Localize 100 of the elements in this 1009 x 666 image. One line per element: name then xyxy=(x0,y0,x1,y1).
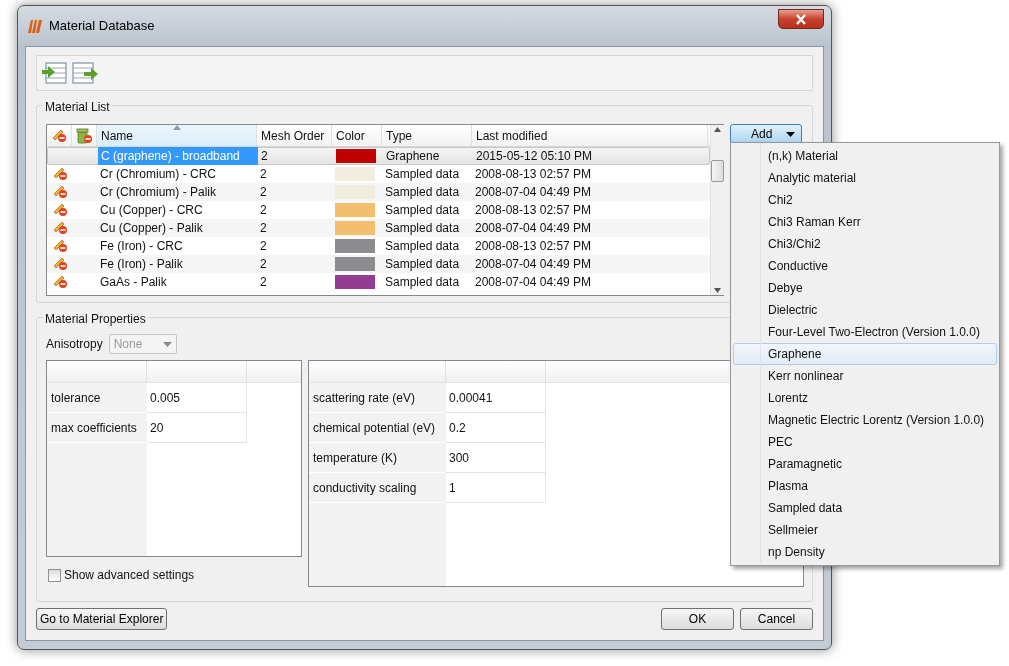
property-label: max coefficients xyxy=(47,413,147,443)
column-header[interactable]: Last modified xyxy=(472,125,708,146)
menu-item[interactable]: np Density xyxy=(733,541,997,563)
column-header[interactable]: Name xyxy=(97,125,257,146)
property-label: tolerance xyxy=(47,383,147,413)
cancel-button[interactable]: Cancel xyxy=(740,608,813,630)
menu-item[interactable]: Magnetic Electric Lorentz (Version 1.0.0) xyxy=(733,409,997,431)
add-dropdown-button[interactable]: Add xyxy=(730,124,802,144)
table-cell-text: 2 xyxy=(260,148,269,165)
property-label: scattering rate (eV) xyxy=(309,383,446,413)
menu-item[interactable]: (n,k) Material xyxy=(733,145,997,167)
edit-remove-icon[interactable] xyxy=(52,167,68,181)
table-cell: C (graphene) - broadband xyxy=(98,147,258,165)
close-button[interactable] xyxy=(778,9,824,29)
table-row[interactable]: GaAs - Palik 2 Sampled data 2008-07-04 04:49 PM xyxy=(47,273,710,291)
table-cell-text: Sampled data xyxy=(384,184,461,201)
menu-item[interactable]: Chi3 Raman Kerr xyxy=(733,211,997,233)
edit-remove-icon[interactable] xyxy=(52,203,68,217)
property-value[interactable]: 1 xyxy=(446,473,546,503)
edit-remove-icon[interactable] xyxy=(51,128,67,143)
anisotropy-label: Anisotropy xyxy=(46,336,103,353)
property-value[interactable]: 0.00041 xyxy=(446,383,546,413)
material-explorer-button[interactable]: Go to Material Explorer xyxy=(36,608,168,630)
caret-icon xyxy=(786,131,795,137)
property-label: chemical potential (eV) xyxy=(309,413,446,443)
table-cell-text: 2008-07-04 04:49 PM xyxy=(474,220,593,237)
edit-remove-icon[interactable] xyxy=(52,221,68,235)
window-title: Material Database xyxy=(49,17,155,36)
menu-item[interactable]: Graphene xyxy=(733,343,997,365)
table-cell-text: Cu (Copper) - CRC xyxy=(99,202,204,219)
table-cell-text: Sampled data xyxy=(384,220,461,237)
table-row[interactable]: Fe (Iron) - Palik 2 Sampled data 2008-07-04 04:49 PM xyxy=(47,255,710,273)
close-icon xyxy=(795,13,807,25)
menu-item[interactable]: Four-Level Two-Electron (Version 1.0.0) xyxy=(733,321,997,343)
table-cell-text: Sampled data xyxy=(384,274,461,291)
table-cell-text: 2008-07-04 04:49 PM xyxy=(474,256,593,273)
edit-remove-icon[interactable] xyxy=(52,239,68,253)
column-header[interactable]: Mesh Order xyxy=(257,125,332,146)
table-cell-text: 2008-08-13 02:57 PM xyxy=(474,238,593,255)
menu-item[interactable]: Sellmeier xyxy=(733,519,997,541)
sort-arrow-icon xyxy=(173,125,181,130)
menu-item[interactable]: Dielectric xyxy=(733,299,997,321)
table-cell-text: Sampled data xyxy=(384,238,461,255)
menu-item[interactable]: Paramagnetic xyxy=(733,453,997,475)
table-cell-text: Cr (Chromium) - Palik xyxy=(99,184,217,201)
table-cell-text: Graphene xyxy=(385,148,441,165)
menu-item[interactable]: Sampled data xyxy=(733,497,997,519)
menu-item[interactable]: Plasma xyxy=(733,475,997,497)
table-cell-text: Sampled data xyxy=(384,166,461,183)
scroll-thumb[interactable] xyxy=(711,160,724,182)
scroll-down-icon[interactable] xyxy=(714,288,721,293)
import-table-icon[interactable] xyxy=(42,61,68,85)
export-table-icon[interactable] xyxy=(72,61,98,85)
menu-item[interactable]: Lorentz xyxy=(733,387,997,409)
property-value[interactable]: 0.2 xyxy=(446,413,546,443)
table-cell-text: 2008-07-04 04:49 PM xyxy=(474,184,593,201)
column-header[interactable]: Color xyxy=(332,125,382,146)
table-cell-text: 2 xyxy=(259,202,268,219)
menu-item[interactable]: Chi3/Chi2 xyxy=(733,233,997,255)
edit-remove-icon[interactable] xyxy=(52,185,68,199)
table-cell-text: Sampled data xyxy=(384,202,461,219)
table-row[interactable]: Cu (Copper) - CRC 2 Sampled data 2008-08-13 02:57 PM xyxy=(47,201,710,219)
scrollbar[interactable] xyxy=(710,125,724,295)
table-row[interactable]: C (graphene) - broadband 2 Graphene 2015-05-12 05:10 PM xyxy=(47,147,710,165)
table-cell-text: 2 xyxy=(259,238,268,255)
edit-remove-icon[interactable] xyxy=(52,257,68,271)
table-cell-text: Fe (Iron) - CRC xyxy=(99,238,184,255)
table-cell-text: Cr (Chromium) - CRC xyxy=(99,166,217,183)
table-row[interactable]: Cr (Chromium) - Palik 2 Sampled data 2008-07-04 04:49 PM xyxy=(47,183,710,201)
property-value[interactable]: 300 xyxy=(446,443,546,473)
table-cell-text: 2015-05-12 05:10 PM xyxy=(475,148,594,165)
table-cell-text: 2008-07-04 04:49 PM xyxy=(474,274,593,291)
menu-item[interactable]: Debye xyxy=(733,277,997,299)
table-cell-text: 2 xyxy=(259,256,268,273)
table-cell-text: 2008-08-13 02:57 PM xyxy=(474,166,593,183)
menu-item[interactable]: Conductive xyxy=(733,255,997,277)
table-row[interactable]: Fe (Iron) - CRC 2 Sampled data 2008-08-13 02:57 PM xyxy=(47,237,710,255)
table-cell-text: Sampled data xyxy=(384,256,461,273)
table-row[interactable]: Cr (Chromium) - CRC 2 Sampled data 2008-08-13 02:57 PM xyxy=(47,165,710,183)
menu-item[interactable]: Chi2 xyxy=(733,189,997,211)
ok-button[interactable]: OK xyxy=(661,608,734,630)
table-cell-text: 2 xyxy=(259,274,268,291)
property-value[interactable]: 20 xyxy=(147,413,247,443)
menu-item[interactable]: PEC xyxy=(733,431,997,453)
menu-item[interactable]: Kerr nonlinear xyxy=(733,365,997,387)
checkbox[interactable] xyxy=(48,568,61,582)
edit-remove-icon[interactable] xyxy=(52,275,68,289)
scroll-up-icon[interactable] xyxy=(714,127,721,132)
checkbox-label: Show advanced settings xyxy=(64,567,195,584)
property-value[interactable]: 0.005 xyxy=(147,383,247,413)
column-header[interactable]: Type xyxy=(382,125,472,146)
table-cell-text: Fe (Iron) - Palik xyxy=(99,256,184,273)
table-cell-text: Cu (Copper) - Palik xyxy=(99,220,204,237)
table-cell-text: 2 xyxy=(259,220,268,237)
table-cell-text: 2 xyxy=(259,184,268,201)
menu-item[interactable]: Analytic material xyxy=(733,167,997,189)
table-cell-text: GaAs - Palik xyxy=(99,274,168,291)
table-cell-text: 2 xyxy=(259,166,268,183)
delete-icon[interactable] xyxy=(76,127,92,144)
table-row[interactable]: Cu (Copper) - Palik 2 Sampled data 2008-07-04 04:49 PM xyxy=(47,219,710,237)
